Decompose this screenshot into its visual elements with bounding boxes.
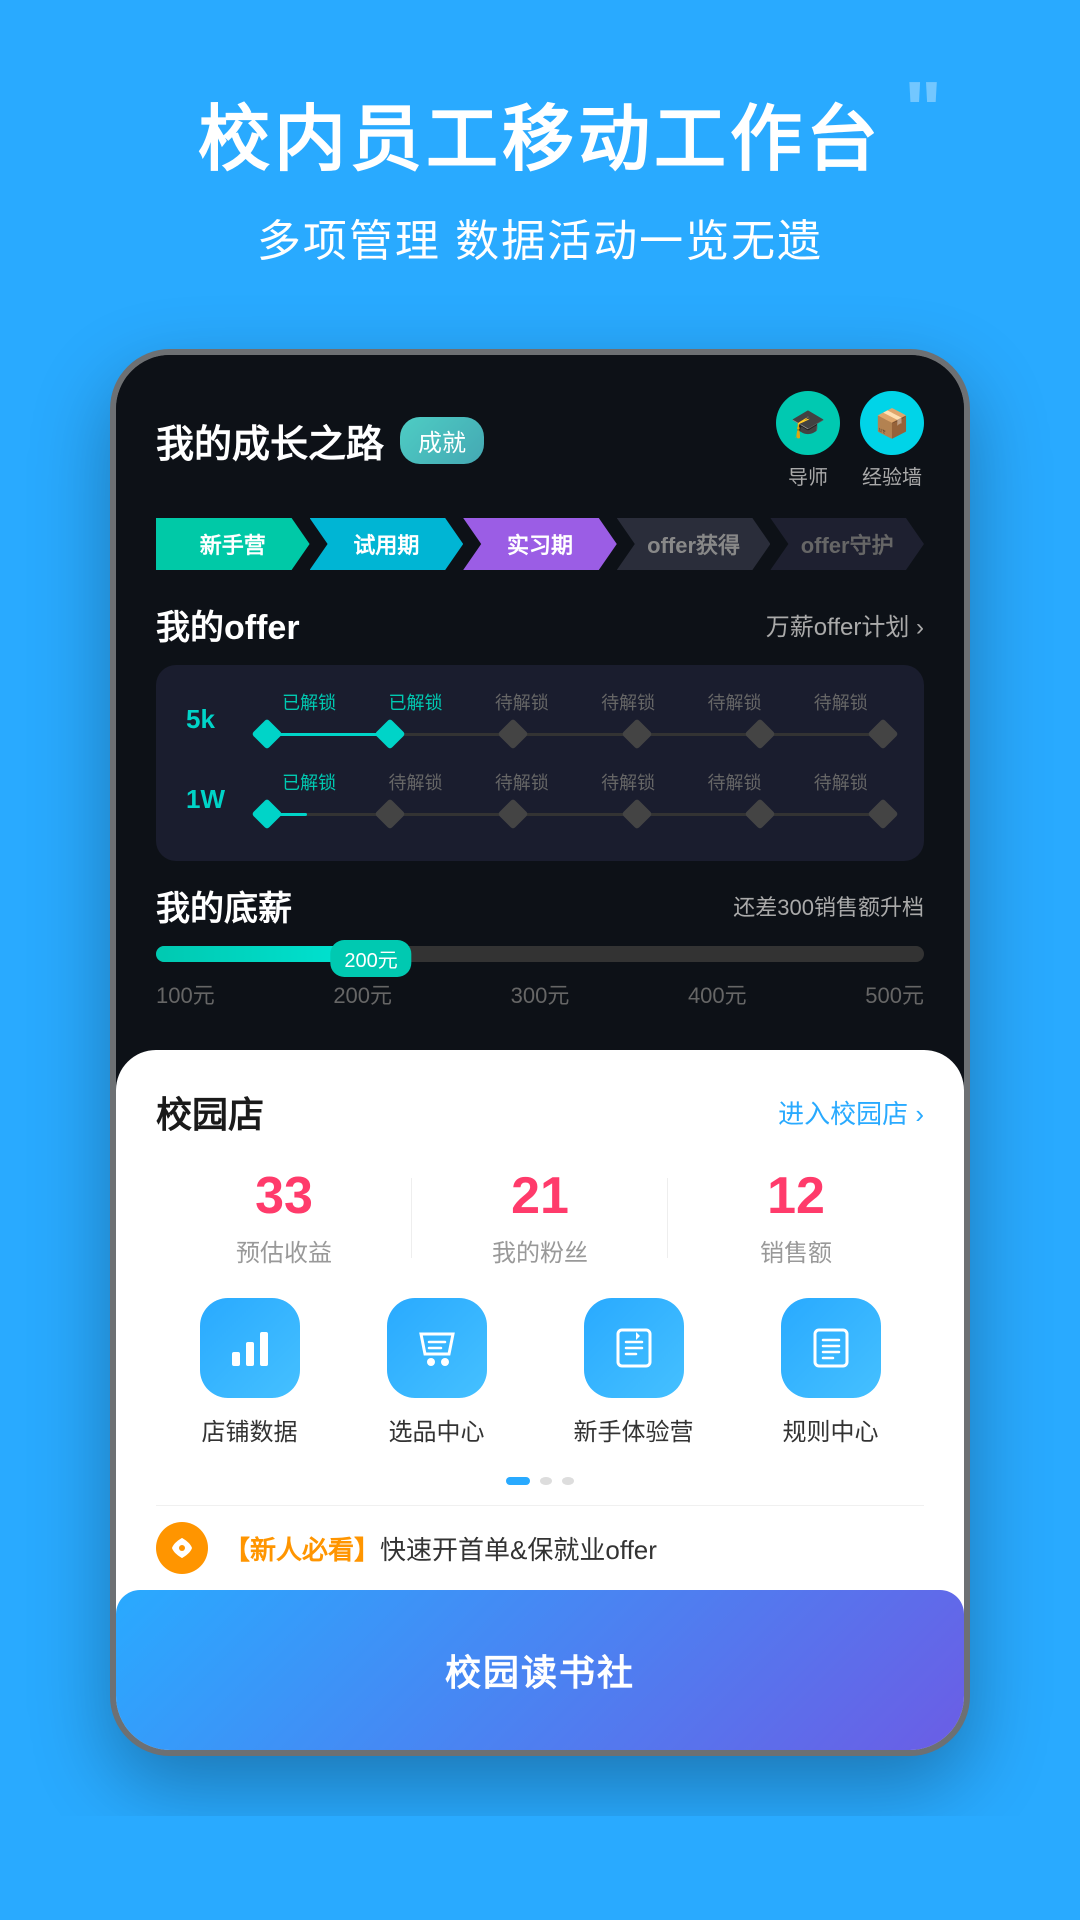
offer-dot-5k-0: [251, 718, 282, 749]
stat-sales-label: 销售额: [668, 1233, 924, 1268]
offer-dot-1w-4: [744, 798, 775, 829]
dot-active: [506, 1477, 530, 1485]
salary-label-200: 200元: [333, 978, 392, 1010]
tutor-icon: 🎓: [776, 391, 840, 455]
salary-labels: 100元 200元 300元 400元 500元: [156, 978, 924, 1010]
offer-section-title: 我的offer: [156, 600, 300, 649]
offer-label-1w-3: 待解锁: [575, 769, 681, 795]
action-store-data-label: 店铺数据: [202, 1412, 298, 1447]
stat-revenue-number: 33: [156, 1168, 412, 1225]
step-shiyongqi[interactable]: 试用期: [310, 518, 464, 570]
offer-dot-5k-4: [744, 718, 775, 749]
stat-revenue: 33 预估收益: [156, 1168, 412, 1268]
steps-bar: 新手营 试用期 实习期 offer获得 offer守护: [156, 518, 924, 570]
offer-amount-1w: 1W: [186, 784, 246, 815]
offer-card: 5k 已解锁 已解锁 待解锁 待解锁 待解锁 待解锁: [156, 665, 924, 861]
action-product-center-label: 选品中心: [389, 1412, 485, 1447]
header-subtitle: 多项管理 数据活动一览无遗: [40, 205, 1040, 269]
rules-center-icon: [781, 1298, 881, 1398]
stat-fans: 21 我的粉丝: [412, 1168, 668, 1268]
offer-dot-5k-1: [375, 718, 406, 749]
campus-header: 校园店 进入校园店 ›: [156, 1086, 924, 1138]
offer-label-1w-0: 已解锁: [256, 769, 362, 795]
header-title: 校内员工移动工作台: [198, 80, 882, 185]
campus-store-title: 校园店: [156, 1086, 264, 1138]
achievement-badge: 成就: [400, 417, 484, 464]
step-shixiqi[interactable]: 实习期: [463, 518, 617, 570]
pagination-dots: [156, 1477, 924, 1485]
stats-row: 33 预估收益 21 我的粉丝 12 销售额: [156, 1168, 924, 1268]
offer-label-5k-4: 待解锁: [681, 689, 787, 715]
actions-row: 店铺数据 选品中心: [156, 1298, 924, 1447]
action-newbie-camp[interactable]: 新手体验营: [574, 1298, 694, 1447]
offer-dot-5k-3: [621, 718, 652, 749]
experience-wall-btn[interactable]: 📦 经验墙: [860, 391, 924, 490]
action-rules-center[interactable]: 规则中心: [781, 1298, 881, 1447]
offer-plan-link[interactable]: 万薪offer计划 ›: [766, 607, 924, 642]
announcement-bar[interactable]: 【新人必看】快速开首单&保就业offer: [156, 1505, 924, 1590]
salary-label-300: 300元: [511, 978, 570, 1010]
step-offer-guard[interactable]: offer守护: [770, 518, 924, 570]
offer-amount-5k: 5k: [186, 704, 246, 735]
offer-dot-1w-3: [621, 798, 652, 829]
offer-label-5k-2: 待解锁: [469, 689, 575, 715]
salary-bar: 200元: [156, 946, 924, 962]
action-product-center[interactable]: 选品中心: [387, 1298, 487, 1447]
step-xinshouying[interactable]: 新手营: [156, 518, 310, 570]
offer-label-1w-5: 待解锁: [788, 769, 894, 795]
offer-label-5k-0: 已解锁: [256, 689, 362, 715]
product-center-icon: [387, 1298, 487, 1398]
offer-label-5k-1: 已解锁: [362, 689, 468, 715]
experience-wall-icon: 📦: [860, 391, 924, 455]
offer-dot-1w-2: [498, 798, 529, 829]
action-newbie-camp-label: 新手体验营: [574, 1412, 694, 1447]
announce-icon: [156, 1522, 208, 1574]
action-store-data[interactable]: 店铺数据: [200, 1298, 300, 1447]
experience-wall-label: 经验墙: [862, 461, 922, 490]
bottom-card[interactable]: 校园读书社: [116, 1590, 964, 1750]
bottom-card-text: 校园读书社: [445, 1644, 635, 1696]
stat-sales: 12 销售额: [668, 1168, 924, 1268]
offer-label-1w-1: 待解锁: [362, 769, 468, 795]
dot-2: [562, 1477, 574, 1485]
offer-label-1w-2: 待解锁: [469, 769, 575, 795]
salary-section: 我的底薪 还差300销售额升档 200元 100元 200元 300元 400元…: [156, 881, 924, 1010]
dot-1: [540, 1477, 552, 1485]
growth-section: 我的成长之路 成就 🎓 导师 📦 经验墙: [116, 355, 964, 1040]
offer-section: 我的offer 万薪offer计划 › 5k 已解锁 已解锁: [156, 600, 924, 861]
phone-mockup: 我的成长之路 成就 🎓 导师 📦 经验墙: [0, 349, 1080, 1756]
offer-dot-5k-2: [498, 718, 529, 749]
stat-fans-label: 我的粉丝: [412, 1233, 668, 1268]
stat-sales-number: 12: [668, 1168, 924, 1225]
announcement-text: 【新人必看】快速开首单&保就业offer: [224, 1530, 657, 1567]
salary-label-100: 100元: [156, 978, 215, 1010]
salary-hint: 还差300销售额升档: [733, 890, 924, 922]
header-section: 校内员工移动工作台 " 多项管理 数据活动一览无遗: [0, 0, 1080, 329]
offer-dot-1w-5: [867, 798, 898, 829]
growth-title: 我的成长之路: [156, 413, 384, 468]
offer-dot-1w-0: [251, 798, 282, 829]
phone-screen: 我的成长之路 成就 🎓 导师 📦 经验墙: [110, 349, 970, 1756]
offer-dot-1w-1: [375, 798, 406, 829]
offer-label-5k-5: 待解锁: [788, 689, 894, 715]
campus-store-section: 校园店 进入校园店 › 33 预估收益 21 我的粉丝 12 销售额: [116, 1050, 964, 1750]
growth-icons: 🎓 导师 📦 经验墙: [776, 391, 924, 490]
quote-decoration: ": [904, 70, 942, 150]
salary-label-500: 500元: [865, 978, 924, 1010]
stat-fans-number: 21: [412, 1168, 668, 1225]
step-offer-get[interactable]: offer获得: [617, 518, 771, 570]
campus-store-link[interactable]: 进入校园店 ›: [778, 1094, 924, 1131]
tutor-label: 导师: [788, 461, 828, 490]
offer-label-5k-3: 待解锁: [575, 689, 681, 715]
stat-revenue-label: 预估收益: [156, 1233, 412, 1268]
tutor-icon-btn[interactable]: 🎓 导师: [776, 391, 840, 490]
offer-dot-5k-5: [867, 718, 898, 749]
salary-label-400: 400元: [688, 978, 747, 1010]
action-rules-center-label: 规则中心: [783, 1412, 879, 1447]
store-data-icon: [200, 1298, 300, 1398]
newbie-camp-icon: [584, 1298, 684, 1398]
salary-current-marker: 200元: [330, 940, 411, 977]
salary-title: 我的底薪: [156, 881, 292, 930]
offer-label-1w-4: 待解锁: [681, 769, 787, 795]
